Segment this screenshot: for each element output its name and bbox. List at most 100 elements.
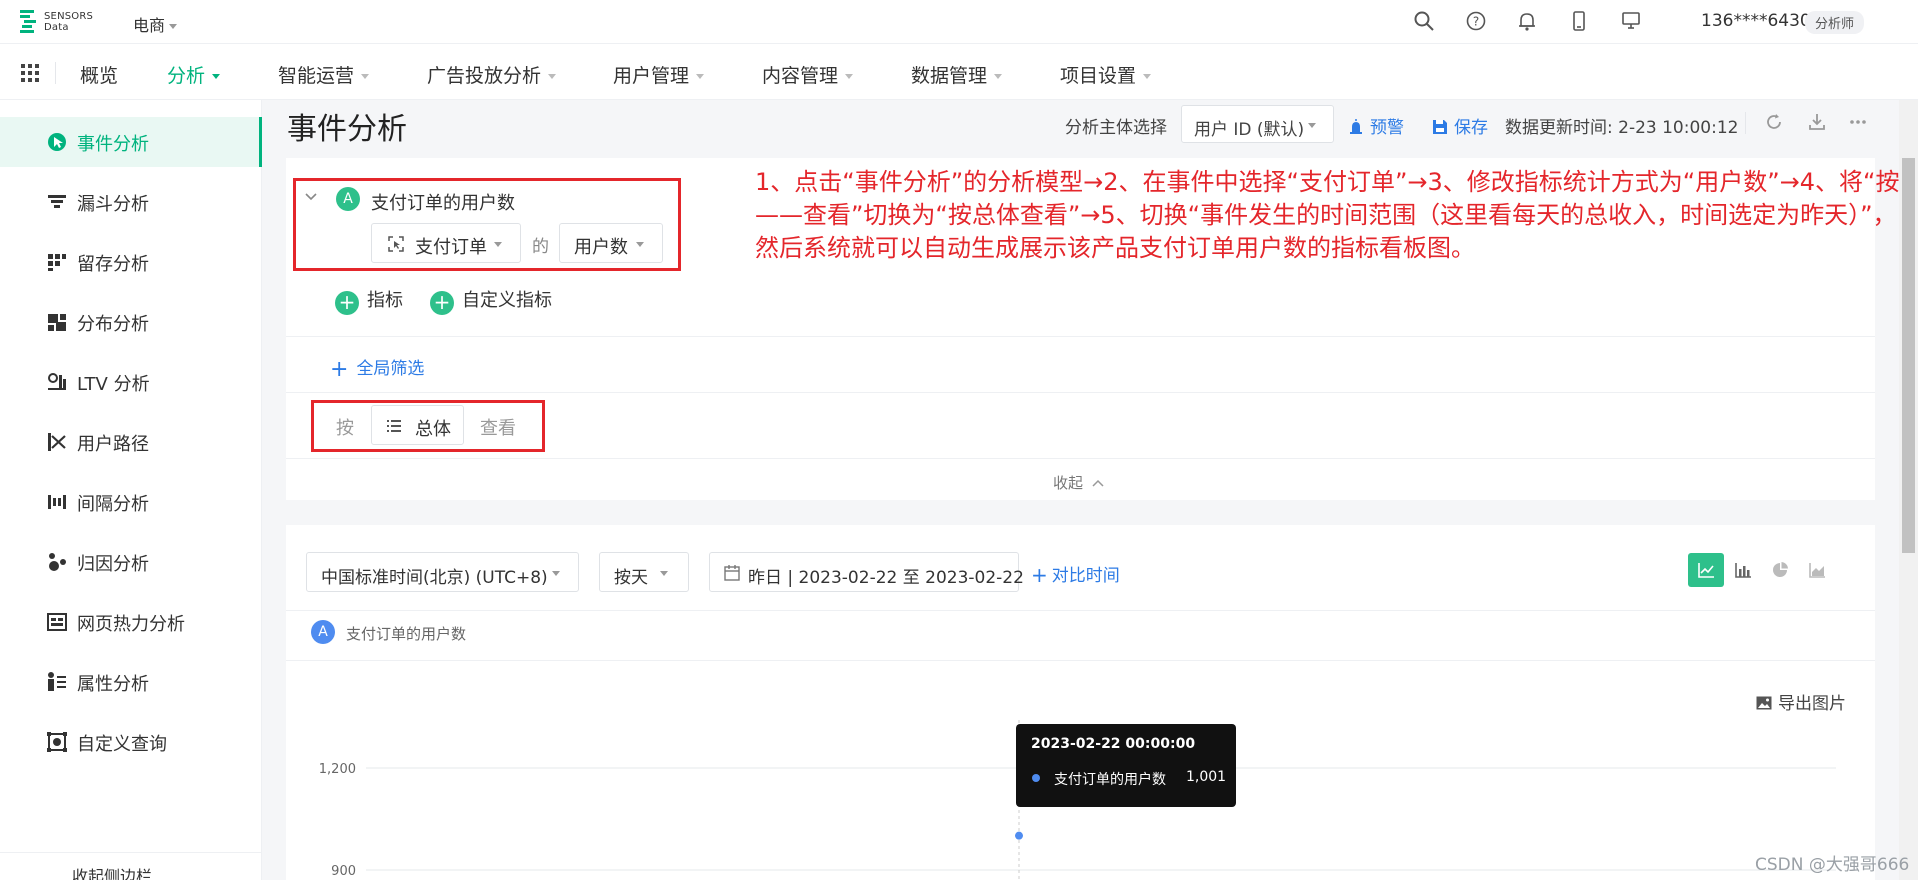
nav-item-label: 数据管理 (911, 65, 988, 87)
caret-down-icon (548, 74, 557, 79)
sidebar-collapse-button[interactable]: 收起侧边栏 (0, 852, 262, 880)
nav-item-ad-analysis[interactable]: 广告投放分析 (427, 61, 557, 88)
heatmap-icon (47, 613, 67, 631)
pie-chart-type-button[interactable] (1762, 553, 1798, 587)
sidebar: 事件分析 漏斗分析 留存分析 分布分析 LTV 分析 用户路径 间隔分析 归因分… (0, 100, 262, 880)
tooltip-time: 2023-02-22 00:00:00 (1031, 736, 1196, 752)
nav-item-data-management[interactable]: 数据管理 (911, 61, 1003, 88)
sidebar-item-label: 漏斗分析 (77, 194, 149, 215)
sidebar-item-attribute-analysis[interactable]: 属性分析 (0, 657, 262, 707)
nav-item-label: 概览 (80, 65, 119, 87)
caret-down-icon (361, 74, 370, 79)
sidebar-item-distribution-analysis[interactable]: 分布分析 (0, 297, 262, 347)
refresh-icon[interactable] (1764, 112, 1784, 132)
add-metric-label: 指标 (367, 290, 403, 311)
stat-method-select[interactable]: 用户数 (559, 223, 663, 263)
help-icon[interactable]: ? (1465, 10, 1487, 32)
sidebar-item-custom-query[interactable]: 自定义查询 (0, 717, 262, 767)
custom-query-icon (47, 732, 67, 752)
event-icon (388, 236, 404, 252)
nav-divider (55, 62, 56, 84)
search-icon[interactable] (1413, 10, 1435, 32)
metric-name[interactable]: 支付订单的用户数 (371, 189, 515, 215)
stat-method-value: 用户数 (574, 237, 628, 258)
watermark: CSDN @大强哥666 (1755, 855, 1910, 875)
user-path-icon (48, 433, 66, 451)
header-divider (1745, 112, 1746, 134)
line-chart-type-button[interactable] (1688, 553, 1724, 587)
sidebar-item-event-analysis[interactable]: 事件分析 (0, 117, 262, 167)
sidebar-item-retention-analysis[interactable]: 留存分析 (0, 237, 262, 287)
event-select[interactable]: 支付订单 (371, 223, 521, 263)
nav-item-user-management[interactable]: 用户管理 (613, 61, 705, 88)
sensors-data-logo[interactable]: SENSORS Data (18, 8, 98, 36)
account-phone[interactable]: 136****6430 (1701, 11, 1811, 31)
metric-badge: A (336, 187, 360, 211)
bar-chart-type-button[interactable] (1725, 553, 1761, 587)
divider (286, 336, 1875, 337)
nav-item-smart-ops[interactable]: 智能运营 (278, 61, 370, 88)
app-grid-icon[interactable] (20, 63, 40, 83)
caret-down-icon (696, 74, 705, 79)
sidebar-item-funnel-analysis[interactable]: 漏斗分析 (0, 177, 262, 227)
alert-button[interactable]: 预警 (1348, 113, 1404, 138)
interval-icon (48, 495, 66, 509)
save-button[interactable]: 保存 (1432, 113, 1488, 138)
tooltip-series-dot (1032, 774, 1040, 782)
plus-icon: + (335, 291, 359, 315)
list-icon (387, 420, 401, 432)
chevron-down-icon (636, 242, 644, 247)
compare-time-label: 对比时间 (1051, 566, 1120, 586)
funnel-icon (48, 195, 66, 208)
divider (286, 458, 1875, 459)
nav-item-label: 内容管理 (762, 65, 839, 87)
granularity-select[interactable]: 按天 (599, 552, 689, 592)
nav-item-content-management[interactable]: 内容管理 (762, 61, 854, 88)
bell-icon[interactable] (1516, 10, 1538, 32)
save-icon (1433, 120, 1447, 134)
add-custom-metric-button[interactable]: + 自定义指标 (430, 286, 552, 315)
of-text: 的 (532, 237, 549, 257)
divider (286, 392, 1875, 393)
chevron-up-icon (1092, 479, 1104, 487)
project-switcher[interactable]: 电商 (133, 12, 178, 36)
more-icon[interactable] (1848, 112, 1868, 132)
nav-item-overview[interactable]: 概览 (80, 61, 118, 88)
chevron-down-icon (169, 24, 178, 29)
tooltip-series-name: 支付订单的用户数 (1054, 772, 1166, 788)
monitor-icon[interactable] (1620, 10, 1642, 32)
y-tick-label: 1,200 (319, 762, 356, 777)
nav-item-analysis[interactable]: 分析 (167, 61, 221, 88)
export-image-button[interactable]: 导出图片 (1756, 689, 1846, 714)
subject-select[interactable]: 用户 ID (默认) (1181, 105, 1334, 143)
date-range-picker[interactable]: 昨日 | 2023-02-22 至 2023-02-22 (709, 552, 1024, 592)
sidebar-item-label: 用户路径 (77, 434, 149, 455)
mobile-icon[interactable] (1568, 10, 1590, 32)
caret-down-icon (1143, 74, 1152, 79)
compare-time-button[interactable]: + 对比时间 (1031, 561, 1120, 587)
area-chart-type-button[interactable] (1799, 553, 1835, 587)
sidebar-item-heatmap-analysis[interactable]: 网页热力分析 (0, 597, 262, 647)
subject-label: 分析主体选择 (1065, 118, 1167, 138)
nav-item-project-settings[interactable]: 项目设置 (1060, 61, 1152, 88)
timezone-select[interactable]: 中国标准时间(北京) (UTC+8) (306, 552, 579, 592)
groupby-select[interactable]: 总体 (371, 405, 464, 445)
main-nav: 概览 分析 智能运营 广告投放分析 用户管理 内容管理 数据管理 项目设置 (0, 44, 1918, 100)
collapse-query-button[interactable]: 收起 (1053, 472, 1105, 493)
sidebar-item-label: 分布分析 (77, 314, 149, 335)
add-metric-button[interactable]: + 指标 (335, 286, 403, 315)
area-chart-icon (1809, 563, 1825, 578)
sidebar-item-user-path[interactable]: 用户路径 (0, 417, 262, 467)
scrollbar-thumb[interactable] (1902, 158, 1915, 553)
nav-item-label: 广告投放分析 (427, 65, 542, 87)
sidebar-item-label: 留存分析 (77, 254, 149, 275)
sidebar-item-interval-analysis[interactable]: 间隔分析 (0, 477, 262, 527)
sidebar-item-attribution-analysis[interactable]: 归因分析 (0, 537, 262, 587)
download-icon[interactable] (1807, 112, 1827, 132)
chevron-down-icon[interactable] (304, 192, 318, 202)
global-filter-button[interactable]: + 全局筛选 (330, 354, 424, 382)
divider (286, 610, 1875, 611)
logo-text-line1: SENSORS (44, 11, 94, 22)
sidebar-item-ltv-analysis[interactable]: LTV 分析 (0, 357, 262, 407)
logo-text-line2: Data (44, 22, 69, 33)
